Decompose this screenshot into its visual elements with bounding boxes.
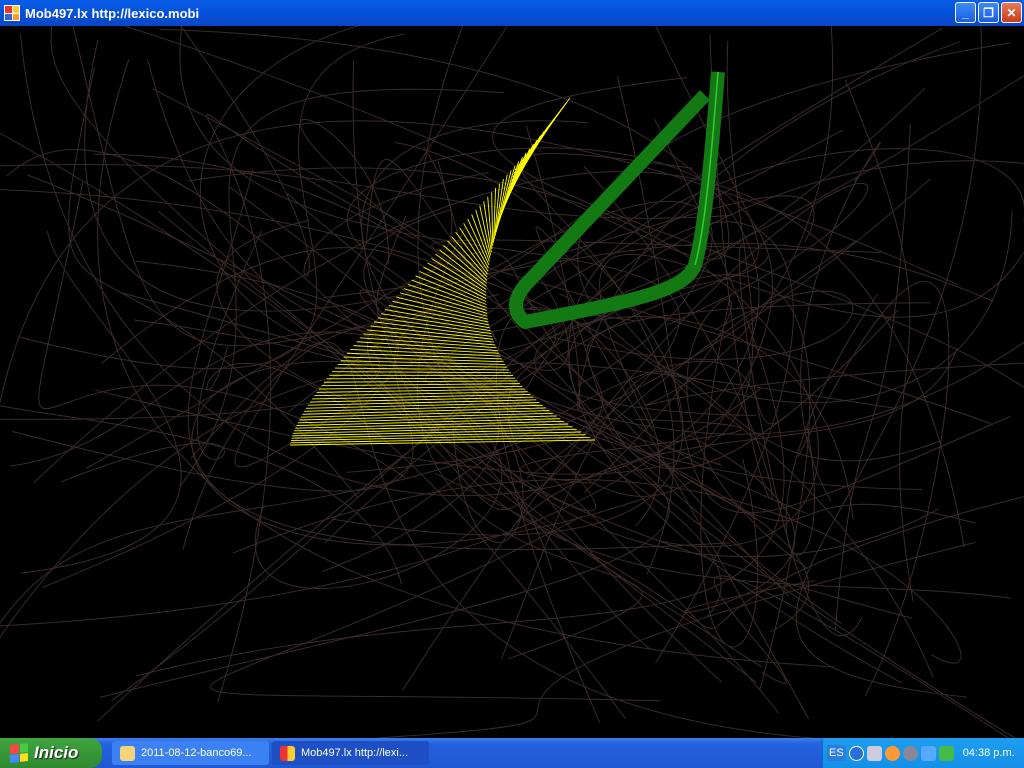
background-curve <box>179 26 490 277</box>
taskbar: Inicio 2011-08-12-banco69... Mob497.lx h… <box>0 738 1024 768</box>
background-curve <box>42 326 399 588</box>
messenger-icon[interactable] <box>938 745 954 761</box>
background-curve <box>191 360 757 546</box>
window-title: Mob497.lx http://lexico.mobi <box>25 5 200 21</box>
tray-app-icon[interactable] <box>866 745 882 761</box>
background-curve <box>187 167 819 548</box>
background-curve <box>60 230 263 483</box>
language-indicator[interactable]: ES <box>827 745 846 761</box>
minimize-button[interactable]: _ <box>955 2 976 23</box>
mesh-line <box>321 383 520 387</box>
task-label: Mob497.lx http://lexi... <box>301 747 408 759</box>
task-label: 2011-08-12-banco69... <box>141 747 252 759</box>
background-curve <box>577 42 1013 404</box>
background-curve <box>616 76 1011 514</box>
background-curve <box>136 118 785 677</box>
background-curve <box>525 41 961 412</box>
background-curve <box>713 575 1010 738</box>
app-icon <box>280 745 295 761</box>
folder-icon <box>120 745 135 761</box>
background-curve <box>50 26 757 684</box>
background-curve <box>800 142 881 502</box>
background-curve <box>152 88 723 683</box>
clock: 04:38 p.m. <box>962 747 1015 759</box>
background-curve <box>795 26 982 698</box>
app-icon <box>4 5 20 21</box>
background-curve <box>584 298 808 570</box>
mesh-line <box>326 377 516 380</box>
background-curve <box>797 281 950 696</box>
background-curve <box>844 79 914 601</box>
mesh-line <box>497 165 516 227</box>
yellow-surface-mesh <box>289 97 596 446</box>
volume-icon[interactable] <box>902 745 918 761</box>
search-icon[interactable] <box>884 745 900 761</box>
background-curve <box>370 541 977 738</box>
3d-render-canvas[interactable] <box>0 26 1024 738</box>
background-curve <box>210 515 661 702</box>
taskbar-item-mob497[interactable]: Mob497.lx http://lexi... <box>272 741 429 765</box>
restore-button[interactable]: ❐ <box>978 2 999 23</box>
show-hidden-icons-button[interactable] <box>848 745 864 761</box>
system-tray: ES 04:38 p.m. <box>822 738 1024 768</box>
background-curve <box>417 226 643 660</box>
network-icon[interactable] <box>920 745 936 761</box>
background-curves <box>0 26 1024 738</box>
mesh-line <box>491 192 494 246</box>
background-curve <box>0 405 402 585</box>
windows-logo-icon <box>10 743 28 763</box>
close-button[interactable]: ✕ <box>1001 2 1022 23</box>
title-bar: Mob497.lx http://lexico.mobi _ ❐ ✕ <box>0 0 1024 26</box>
mesh-line <box>496 170 512 230</box>
start-button[interactable]: Inicio <box>0 738 102 768</box>
taskbar-item-folder[interactable]: 2011-08-12-banco69... <box>112 741 269 765</box>
background-curve <box>515 347 958 525</box>
start-label: Inicio <box>34 743 79 762</box>
